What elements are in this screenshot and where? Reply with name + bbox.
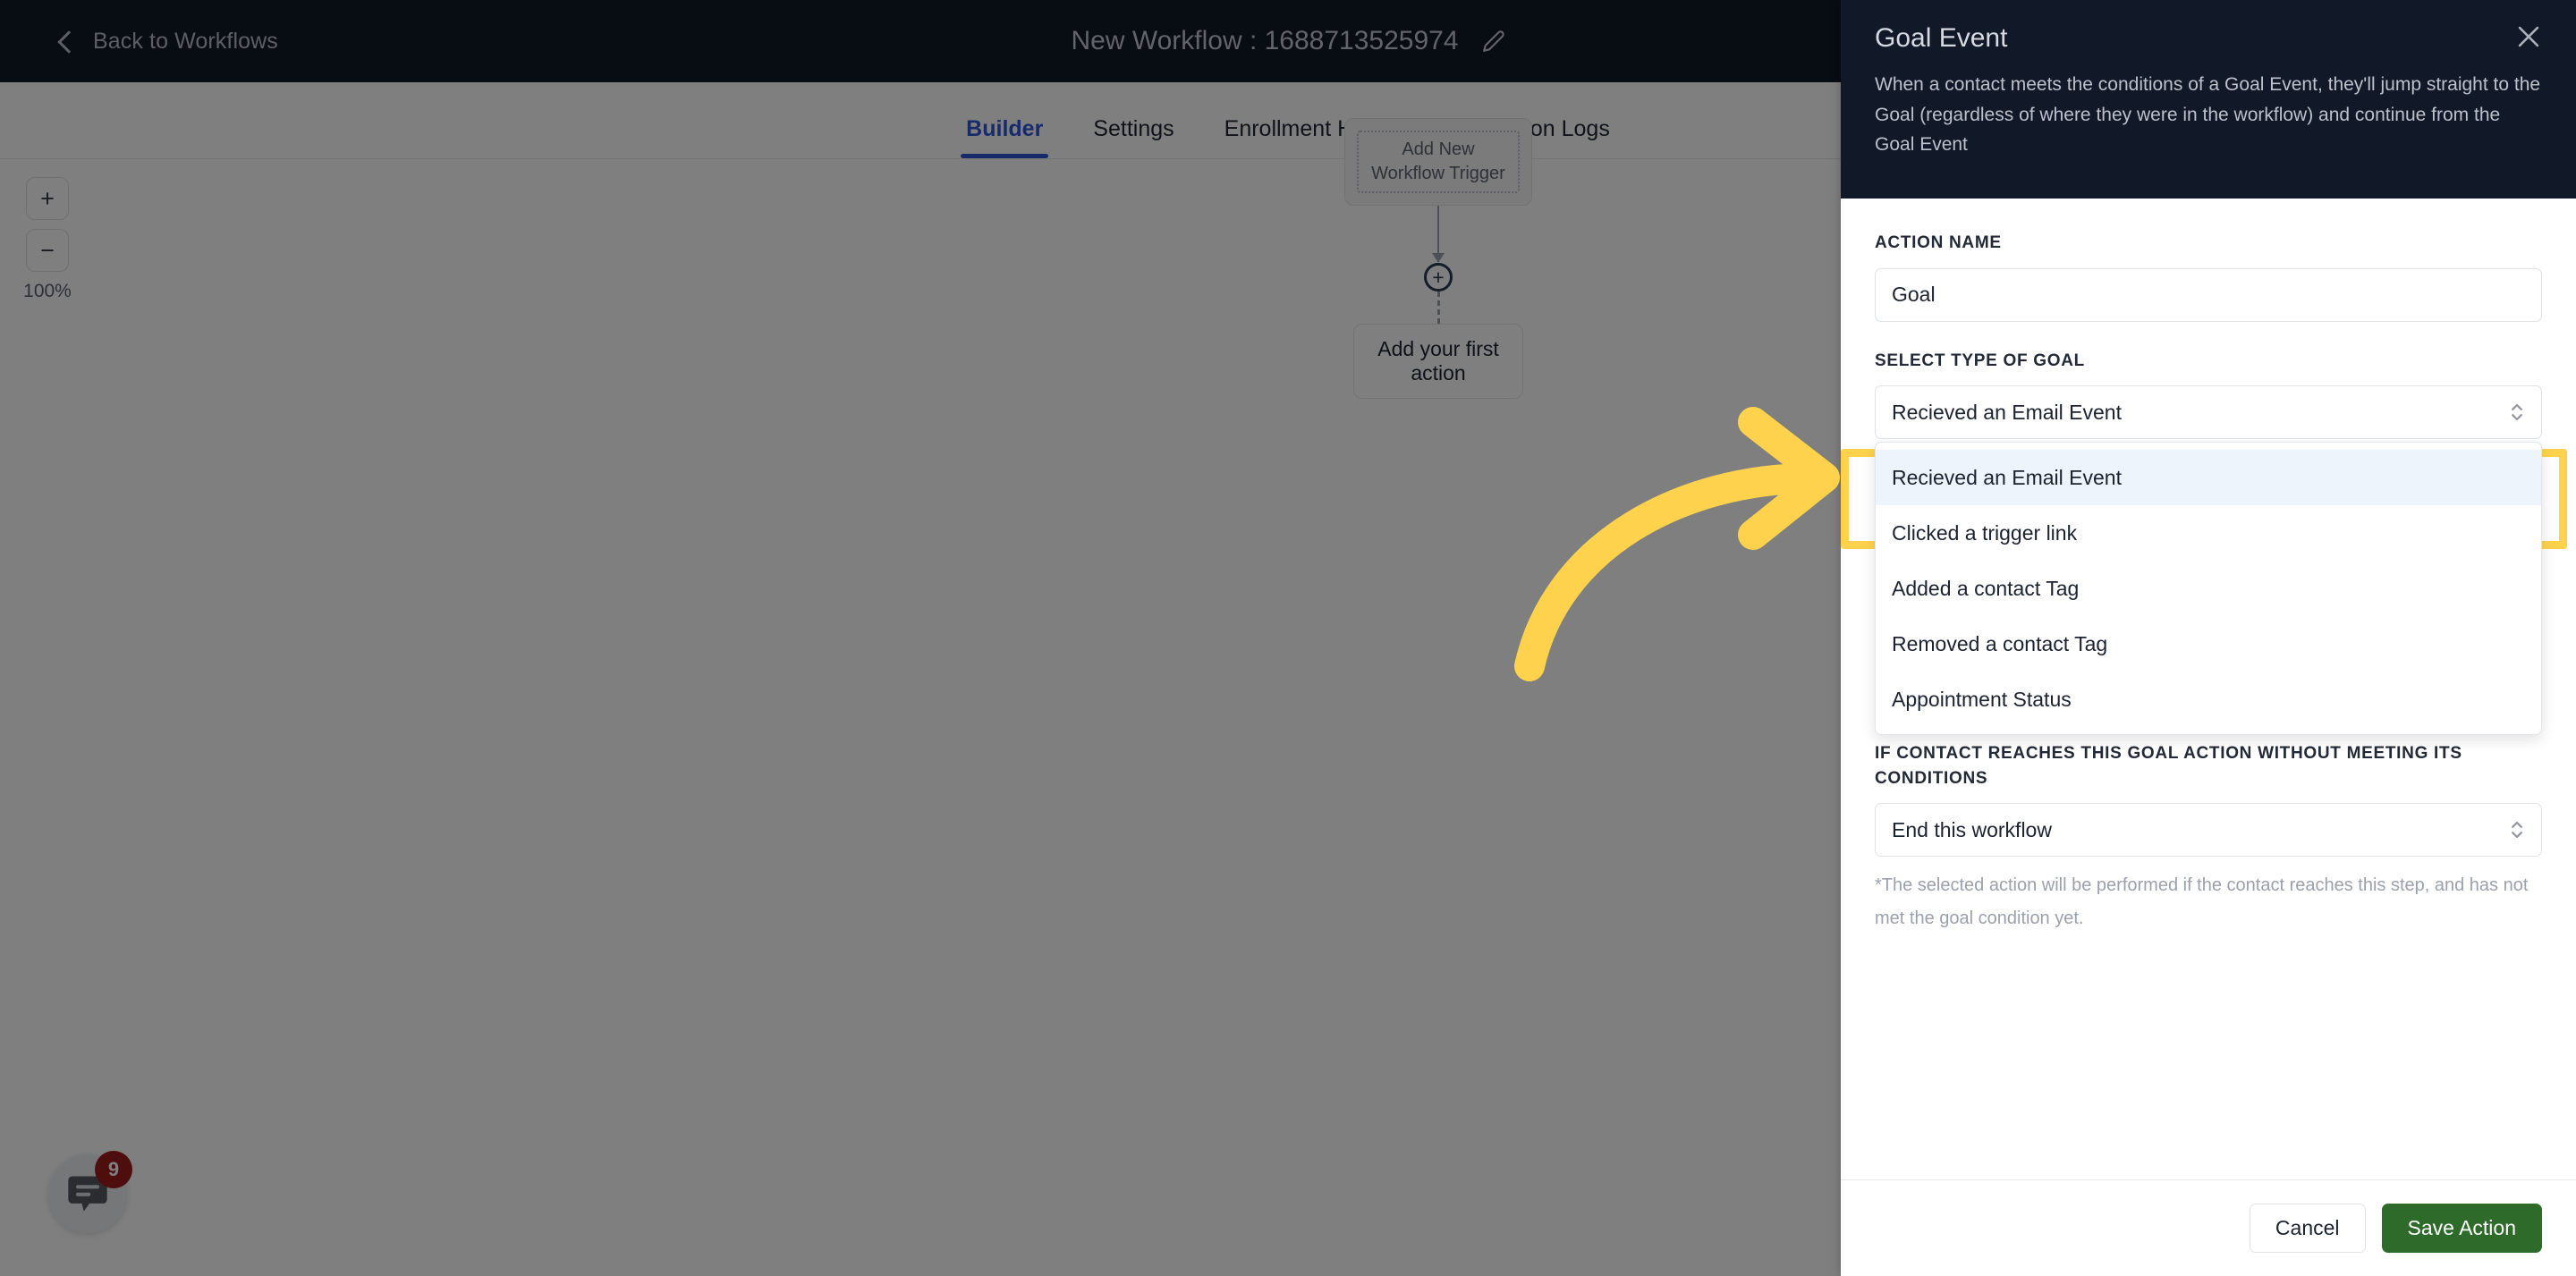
dropdown-option-removed-a-contact-tag[interactable]: Removed a contact Tag bbox=[1876, 616, 2541, 672]
fallback-action-label: IF CONTACT REACHES THIS GOAL ACTION WITH… bbox=[1875, 744, 2462, 788]
panel-header: Goal Event When a contact meets the cond… bbox=[1841, 0, 2576, 199]
action-name-input[interactable]: Goal bbox=[1875, 267, 2542, 322]
panel-description: When a contact meets the conditions of a… bbox=[1875, 74, 2541, 156]
fallback-action-field: IF CONTACT REACHES THIS GOAL ACTION WITH… bbox=[1875, 741, 2542, 935]
goal-type-label: SELECT TYPE OF GOAL bbox=[1875, 351, 2085, 370]
panel-title: Goal Event bbox=[1875, 23, 2008, 53]
dropdown-option-appointment-status[interactable]: Appointment Status bbox=[1876, 672, 2541, 727]
dropdown-option-recieved-an-email-event[interactable]: Recieved an Email Event bbox=[1876, 450, 2541, 505]
goal-event-panel: Goal Event When a contact meets the cond… bbox=[1841, 0, 2576, 1276]
action-name-field: ACTION NAME Goal bbox=[1875, 231, 2542, 322]
action-name-label: ACTION NAME bbox=[1875, 233, 2002, 252]
fallback-action-hint: *The selected action will be performed i… bbox=[1875, 875, 2529, 929]
panel-body: ACTION NAME Goal SELECT TYPE OF GOAL Rec… bbox=[1841, 199, 2576, 1179]
goal-type-select[interactable]: Recieved an Email Event bbox=[1875, 385, 2542, 440]
fallback-action-select[interactable]: End this workflow bbox=[1875, 803, 2542, 858]
save-action-button[interactable]: Save Action bbox=[2381, 1204, 2542, 1253]
dropdown-option-clicked-a-trigger-link[interactable]: Clicked a trigger link bbox=[1876, 505, 2541, 561]
goal-type-dropdown-list: Recieved an Email Event Clicked a trigge… bbox=[1875, 442, 2542, 735]
chevron-up-down-icon bbox=[2512, 403, 2522, 421]
fallback-action-selected-value: End this workflow bbox=[1892, 817, 2052, 841]
screen-root: Back to Workflows New Workflow : 1688713… bbox=[0, 0, 2576, 1276]
goal-type-field: SELECT TYPE OF GOAL Recieved an Email Ev… bbox=[1875, 349, 2542, 440]
dropdown-option-added-a-contact-tag[interactable]: Added a contact Tag bbox=[1876, 561, 2541, 616]
close-icon[interactable] bbox=[2513, 21, 2544, 52]
cancel-button[interactable]: Cancel bbox=[2249, 1204, 2366, 1253]
chevron-up-down-icon bbox=[2512, 822, 2522, 839]
panel-footer: Cancel Save Action bbox=[1841, 1179, 2576, 1276]
goal-type-selected-value: Recieved an Email Event bbox=[1892, 400, 2122, 424]
